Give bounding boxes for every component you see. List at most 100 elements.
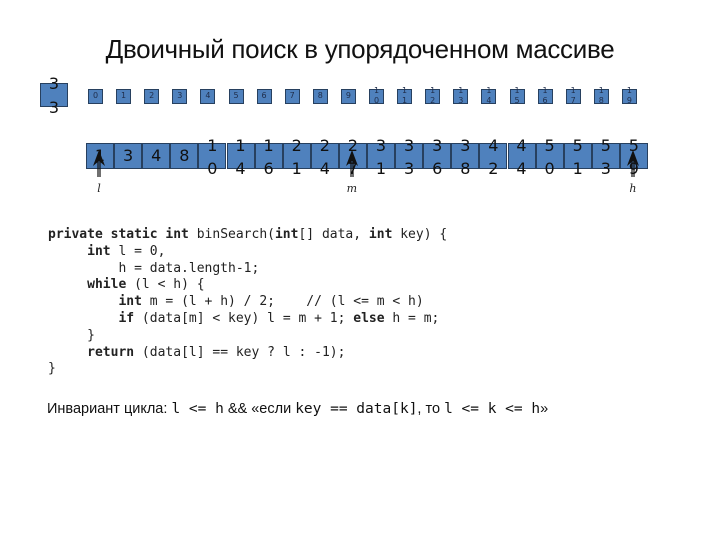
cell-value: 6 xyxy=(432,159,443,178)
code-keyword: return xyxy=(87,344,135,360)
cell-value: 1 xyxy=(572,159,583,178)
array-cell: 51 xyxy=(563,138,592,177)
array-cell: 16 xyxy=(254,138,283,177)
code-line: return (data[l] == key ? l : -1); xyxy=(48,345,345,360)
array-cell: 36 xyxy=(423,138,452,177)
cell-value: 8 xyxy=(460,159,471,178)
array-index-3: 3 xyxy=(172,89,188,104)
code-keyword: else xyxy=(353,310,385,326)
array-cell: 50 xyxy=(535,138,564,177)
search-key-box: 3 3 xyxy=(40,76,68,116)
array-cell: 10 xyxy=(198,138,227,177)
arrow-up-icon xyxy=(626,150,640,178)
code-keyword: int xyxy=(274,227,299,242)
array-cell: 8 xyxy=(170,143,199,169)
array-index-12: 12 xyxy=(425,86,441,105)
code-text: [] data, xyxy=(298,227,369,242)
cell-value: 1 xyxy=(375,159,387,178)
index-label: 8 xyxy=(317,91,323,100)
cell-value: 3 xyxy=(404,136,415,155)
code-keyword: int xyxy=(118,294,142,310)
key-digit-2: 3 xyxy=(48,98,60,117)
cell-value: 3 xyxy=(460,136,471,155)
index-label: 1 xyxy=(458,86,464,95)
invariant-code: key == data[k] xyxy=(295,401,418,417)
index-label: 5 xyxy=(514,96,520,105)
slide-title: Двоичный поиск в упорядоченном массиве xyxy=(105,34,615,64)
cell-value: 4 xyxy=(319,159,330,178)
code-keyword: if xyxy=(118,310,135,326)
cell-value: 2 xyxy=(319,136,330,155)
cell-value: 1 xyxy=(235,136,246,155)
index-label: 1 xyxy=(598,86,604,95)
cell-value: 5 xyxy=(544,136,555,155)
array-index-5: 5 xyxy=(228,89,244,104)
array-index-1: 1 xyxy=(116,89,132,104)
code-line: private static int binSearch(int[] data,… xyxy=(48,227,447,242)
index-label: 1 xyxy=(373,86,380,95)
code-text: key) { xyxy=(392,227,448,242)
index-label: 4 xyxy=(205,91,211,100)
index-label: 1 xyxy=(402,96,408,105)
cell-value: 1 xyxy=(291,159,302,178)
index-label: 1 xyxy=(542,86,548,95)
invariant-text: Инвариант цикла: xyxy=(47,401,172,417)
cell-value: 3 xyxy=(123,146,134,165)
code-keyword: int xyxy=(87,243,111,259)
array-index-6: 6 xyxy=(256,89,272,104)
array-index-16: 16 xyxy=(537,86,553,105)
cell-value: 3 xyxy=(375,136,387,155)
pointer-label-h: h xyxy=(629,182,637,195)
cell-value: 1 xyxy=(263,136,274,155)
index-label: 1 xyxy=(514,86,520,95)
index-label: 1 xyxy=(570,86,576,95)
array-index-18: 18 xyxy=(593,86,609,105)
pointer-label-m: m xyxy=(346,182,358,195)
index-label: 7 xyxy=(289,91,295,100)
cell-value: 3 xyxy=(600,159,611,178)
array-cell: 53 xyxy=(591,138,620,177)
pointer-label-l: l xyxy=(97,182,101,195)
array-index-17: 17 xyxy=(565,86,581,105)
array-cell: 4 xyxy=(142,143,171,169)
array-index-9: 9 xyxy=(340,89,356,104)
array-cell: 38 xyxy=(451,138,480,177)
code-line: while (l < h) { xyxy=(48,277,204,292)
index-label: 8 xyxy=(598,96,604,105)
cell-value: 4 xyxy=(516,136,527,155)
code-line: int l = 0, xyxy=(48,244,165,259)
array-index-15: 15 xyxy=(509,86,525,105)
code-text: h = data.length-1; xyxy=(48,260,260,276)
index-label: 9 xyxy=(626,96,632,105)
array-index-7: 7 xyxy=(284,89,300,104)
index-label: 1 xyxy=(430,86,436,95)
array-cell: 21 xyxy=(282,138,311,177)
index-label: 0 xyxy=(92,91,99,100)
cell-value: 6 xyxy=(263,159,274,178)
index-label: 5 xyxy=(233,91,239,100)
array-index-8: 8 xyxy=(312,89,328,104)
array-index-13: 13 xyxy=(453,86,469,105)
code-text: (data[m] < key) l = m + 1; xyxy=(134,310,354,326)
key-digit-1: 3 xyxy=(48,74,60,93)
array-index-19: 19 xyxy=(621,87,637,105)
array-cell: 44 xyxy=(507,138,536,177)
index-label: 4 xyxy=(486,96,492,105)
index-label: 6 xyxy=(542,96,548,105)
code-text: } xyxy=(48,361,56,377)
cell-value: 4 xyxy=(516,159,527,178)
array-cell: 14 xyxy=(226,138,255,177)
code-line: } xyxy=(48,361,56,376)
index-label: 6 xyxy=(261,91,267,100)
array-index-10: 10 xyxy=(369,86,384,105)
code-keyword: int xyxy=(368,227,393,242)
index-label: 7 xyxy=(570,96,576,105)
array-cell: 24 xyxy=(310,138,339,177)
array-index-4: 4 xyxy=(200,89,216,104)
array-cell: 31 xyxy=(367,138,395,177)
